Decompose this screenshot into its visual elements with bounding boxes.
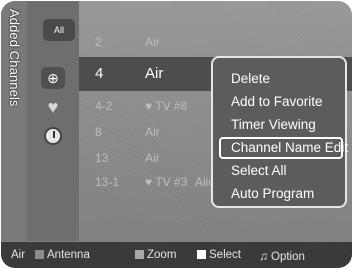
menu-item-select-all[interactable]: Select All [219,160,343,182]
channel-name: ♥ TV #3 [145,175,188,189]
menu-item-auto-program[interactable]: Auto Program [219,183,343,205]
menu-item-delete[interactable]: Delete [219,68,343,90]
channel-number: 13 [95,151,109,165]
channel-name: Air [145,125,160,139]
menu-item-channel-name-edit[interactable]: Channel Name Edit [219,137,348,159]
antenna-key[interactable]: Antenna [35,249,90,261]
antenna-key-label: Antenna [47,249,90,261]
timer-clock-icon[interactable] [44,127,62,145]
all-icon-label: All [53,25,64,35]
option-key[interactable]: ♫ Option [259,249,305,263]
category-icon-column: All ⊕ ♥ [27,1,79,241]
select-key-icon [197,250,206,259]
channel-row[interactable]: 2 Air [79,29,352,55]
channel-number: 8 [95,125,102,139]
zoom-key-icon [135,250,144,259]
source-label: Air [11,249,26,261]
page-title: Added Channels [7,9,22,107]
select-key-label: Select [209,249,241,261]
menu-item-add-to-favorite[interactable]: Add to Favorite [219,91,343,113]
tools-icon: ♫ [259,249,268,263]
options-popup-menu: Delete Add to Favorite Timer Viewing Cha… [211,56,348,208]
added-channels-icon[interactable]: ⊕ [41,67,65,89]
channel-number: 13-1 [95,175,120,189]
select-key[interactable]: Select [197,249,241,261]
bottom-key-guide: Air Antenna Zoom Select ♫ Option [1,242,352,268]
menu-item-timer-viewing[interactable]: Timer Viewing [219,114,343,136]
tv-screen: Added Channels All ⊕ ♥ 2 Air 4 Air 4-2 ♥… [1,1,352,268]
favorite-heart-icon[interactable]: ♥ [41,96,65,118]
channel-number: 4 [95,65,104,82]
option-key-label: Option [271,251,305,263]
channel-name: Air [145,35,160,49]
channel-number: 2 [95,35,102,49]
channel-name: Air [145,65,164,82]
all-channels-icon[interactable]: All [43,19,75,41]
channel-number: 4-2 [95,99,113,113]
title-strip: Added Channels [1,1,27,241]
antenna-key-icon [35,250,44,259]
zoom-key[interactable]: Zoom [135,249,176,261]
channel-name: Air [145,151,160,165]
zoom-key-label: Zoom [147,249,177,261]
channel-name: ♥ TV #8 [145,99,188,113]
